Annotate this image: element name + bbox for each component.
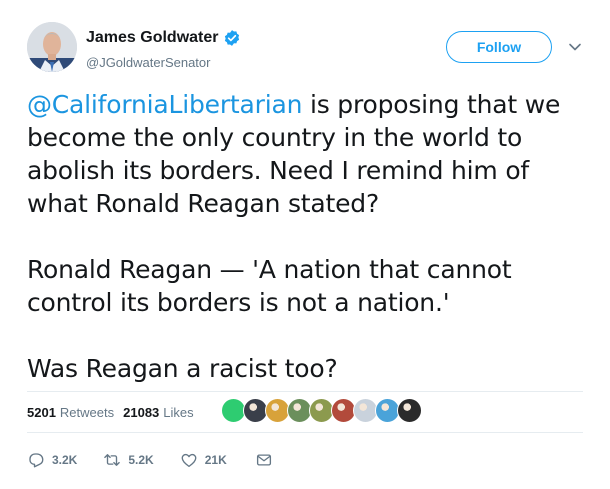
likes-stat[interactable]: 21083 Likes	[123, 405, 194, 420]
divider	[27, 432, 583, 433]
follow-button[interactable]: Follow	[446, 31, 552, 63]
chevron-down-icon[interactable]	[568, 40, 582, 54]
retweets-label: Retweets	[59, 404, 115, 420]
tweet-stats: 5201 Retweets 21083 Likes	[27, 402, 203, 422]
profile-photo	[27, 22, 77, 72]
retweet-button[interactable]: 5.2K	[103, 451, 154, 469]
user-handle[interactable]: @JGoldwaterSenator	[86, 55, 241, 70]
avatar[interactable]	[27, 22, 77, 72]
mention-link[interactable]: @CaliforniaLibertarian	[27, 90, 302, 119]
divider	[27, 391, 583, 392]
likes-label: Likes	[163, 404, 194, 420]
heart-icon	[181, 453, 197, 468]
like-count: 21K	[204, 453, 227, 467]
direct-message-button[interactable]	[255, 451, 273, 469]
name-block: James Goldwater @JGoldwaterSenator	[86, 28, 241, 70]
retweets-count: 5201	[27, 404, 56, 420]
retweets-stat[interactable]: 5201 Retweets	[27, 405, 114, 420]
liker-avatars	[221, 398, 422, 424]
liker-avatar[interactable]	[397, 398, 422, 423]
retweet-icon	[104, 454, 121, 466]
tweet-text: @CaliforniaLibertarian is proposing that…	[27, 88, 587, 385]
name-row: James Goldwater	[86, 28, 241, 48]
envelope-icon	[256, 454, 271, 466]
reply-icon	[29, 453, 44, 468]
display-name[interactable]: James Goldwater	[86, 29, 219, 47]
likes-count: 21083	[123, 404, 160, 420]
tweet-body: is proposing that we become the only cou…	[27, 90, 561, 383]
verified-badge-icon	[224, 30, 239, 46]
like-button[interactable]: 21K	[180, 451, 227, 469]
reply-button[interactable]: 3.2K	[27, 451, 77, 469]
reply-count: 3.2K	[52, 453, 78, 467]
tweet-header: James Goldwater @JGoldwaterSenator Follo…	[27, 22, 587, 78]
tweet-actions: 3.2K 5.2K 21K	[27, 449, 273, 471]
retweet-count: 5.2K	[128, 453, 154, 467]
